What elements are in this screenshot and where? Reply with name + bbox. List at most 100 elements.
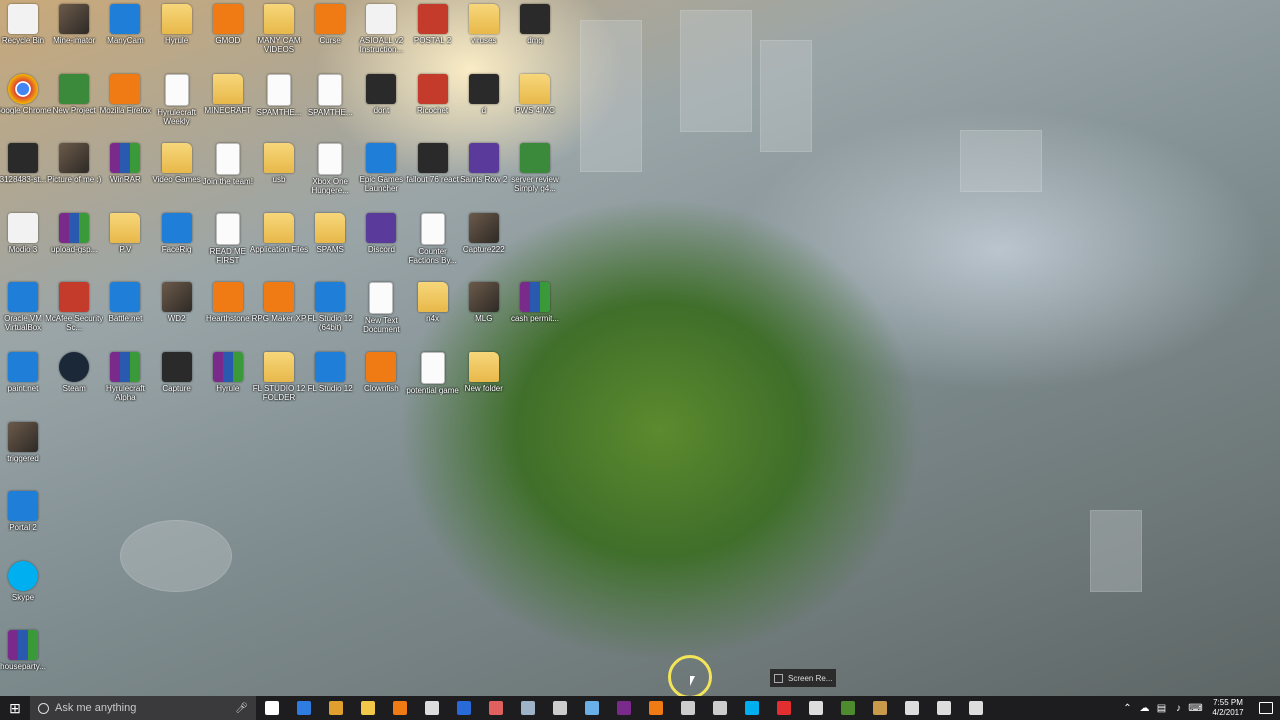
desktop-icon-label: cash permit... [510,314,559,324]
video-file-icon [520,143,550,174]
desktop-icon-label: Portal 2 [9,523,37,533]
folder-icon [110,212,141,243]
ricochet-icon [417,73,448,104]
desktop-icon[interactable]: Capture222 [454,212,514,254]
winrar-archive-icon [8,630,38,661]
tray-icons: ⌃ ☁ ▤ ♪ ⌨ [1119,703,1204,714]
taskbar-app-photos[interactable] [928,696,960,720]
taskbar-app-minecraft[interactable] [832,696,864,720]
record-icon [777,701,791,715]
chevron-up-icon[interactable]: ⌃ [1119,703,1136,714]
taskbar-app-winrar[interactable] [608,696,640,720]
taskbar-app-mixer[interactable] [960,696,992,720]
photos-icon [937,701,951,715]
taskbar-app-photo-viewer[interactable] [576,696,608,720]
folder-icon [264,212,294,243]
desktop-icon[interactable]: PWS 4 MC [505,73,565,115]
image-file-icon [468,282,499,313]
taskbar-app-chrome[interactable] [320,696,352,720]
curse-icon [315,4,346,34]
taskbar-app-flstudio[interactable] [448,696,480,720]
folder-icon [468,4,499,34]
taskbar-app-file-explorer[interactable] [352,696,384,720]
folder-icon [264,352,294,382]
postal2-icon [417,4,448,34]
folder-icon [161,4,192,34]
task-view-icon [265,701,279,715]
popup-label: Screen Re... [788,673,833,683]
search-placeholder: Ask me anything [55,702,137,714]
text-file-icon [318,73,343,106]
file-explorer-icon [361,701,375,715]
terminal-icon [905,701,919,715]
window-icon [774,673,783,683]
edge-icon [297,701,311,715]
screen-recorder-popup[interactable]: Screen Re... [770,669,836,687]
steam-icon [521,701,535,715]
taskbar-app-skype[interactable] [736,696,768,720]
taskbar-app-settings[interactable] [704,696,736,720]
desktop-icon-label: server review Simply g4... [511,175,559,194]
desktop-icon[interactable]: Skype [0,560,53,602]
desktop-icon-label: New folder [464,384,503,393]
image-file-icon [468,212,499,243]
taskbar-app-paint[interactable] [480,696,512,720]
taskbar-app-security[interactable] [672,696,704,720]
microphone-icon[interactable]: 🎤︎ [235,703,248,714]
taskbar-app-modio[interactable] [416,696,448,720]
text-file-icon [369,282,394,315]
desktop-icon[interactable]: houseparty... [0,630,53,671]
taskbar-app-record[interactable] [768,696,800,720]
taskbar-app-firefox[interactable] [384,696,416,720]
folder-icon [161,143,192,174]
taskbar-app-xbox-notification[interactable] [544,696,576,720]
taskbar-app-terminal[interactable] [896,696,928,720]
taskbar-app-xbox[interactable] [800,696,832,720]
taskbar-app-task-view[interactable] [256,696,288,720]
desktop-icon-label: PWS 4 MC [515,105,555,115]
clock[interactable]: 7:55 PM 4/2/2017 [1204,698,1252,718]
background-stadium [120,520,232,592]
hearthstone-icon [212,282,243,313]
search-icon [38,702,49,714]
xbox-notification-icon [553,701,567,715]
taskbar: ⊞ Ask me anything 🎤︎ ⌃ ☁ ▤ ♪ ⌨ 7:55 PM 4/2/2… [0,696,1280,720]
windows-start-icon[interactable]: ⊞ [0,696,30,720]
desktop-icon[interactable]: server review Simply g4... [505,143,565,193]
security-icon [681,701,695,715]
folder-icon [212,73,243,104]
keyboard-icon[interactable]: ⌨ [1187,703,1204,714]
action-center-icon[interactable] [1252,702,1280,714]
chrome-icon [8,73,38,104]
volume-icon[interactable]: ♪ [1170,703,1187,714]
desktop-icon[interactable]: Portal 2 [0,491,53,532]
saints-row-icon [468,143,499,174]
virtualbox-icon [8,282,38,313]
steam-icon [59,352,90,382]
background-building [680,10,752,132]
taskbar-app-box[interactable] [864,696,896,720]
search-box[interactable]: Ask me anything 🎤︎ [30,696,256,720]
text-file-icon [215,212,240,245]
taskbar-app-steam[interactable] [512,696,544,720]
cloud-icon[interactable]: ☁ [1136,703,1153,714]
image-file-icon [468,73,499,104]
desktop: Recycle Bin Google Chrome 3128483-st... Mod… [0,0,1280,699]
desktop-icon[interactable]: New folder [454,352,514,393]
modio-icon [425,701,439,715]
taskbar-app-edge[interactable] [288,696,320,720]
desktop-icon[interactable]: triggered [0,421,53,463]
battlenet-icon [110,282,141,313]
image-file-icon [161,352,192,382]
text-file-icon [267,73,291,106]
video-file-icon [59,73,90,104]
desktop-icon[interactable]: dmg [505,4,565,45]
winrar-icon [617,701,631,715]
chrome-icon [329,701,343,715]
paintnet-icon [8,352,38,382]
desktop-icon[interactable]: cash permit... [505,282,565,323]
taskbar-app-gmod[interactable] [640,696,672,720]
folder-icon [520,73,550,104]
flstudio-icon [457,701,471,715]
network-icon[interactable]: ▤ [1153,703,1170,714]
